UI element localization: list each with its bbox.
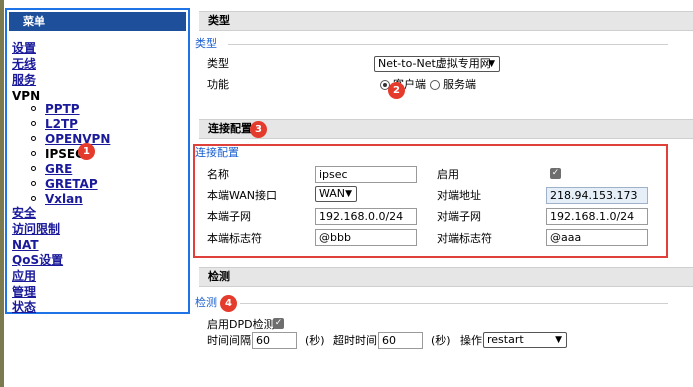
left-frame-strip	[0, 0, 4, 387]
remote-address-input[interactable]: 218.94.153.173	[546, 187, 648, 204]
remote-id-input[interactable]: @aaa	[546, 229, 648, 246]
nav-management[interactable]: 管理	[12, 285, 36, 299]
nav-vpn-pptp[interactable]: PPTP	[45, 102, 80, 116]
nav-nat[interactable]: NAT	[12, 238, 39, 252]
marker-badge-2: 2	[388, 82, 405, 99]
remote-subnet-input[interactable]: 192.168.1.0/24	[546, 208, 648, 225]
wan-interface-select[interactable]: WAN ▼	[315, 186, 357, 202]
section-header-connection: 连接配置	[199, 119, 693, 139]
sidebar-menu: 菜单 设置 无线 服务 VPN PPTP L2TP OPENVPN IPSEC …	[5, 8, 190, 314]
bullet-icon	[31, 166, 36, 171]
nav-apps[interactable]: 应用	[12, 269, 36, 283]
dpd-checkbox[interactable]: ✓	[273, 318, 284, 329]
nav-services[interactable]: 服务	[12, 73, 36, 87]
bullet-icon	[31, 181, 36, 186]
nav-security[interactable]: 安全	[12, 206, 36, 220]
marker-badge-1: 1	[78, 143, 95, 160]
radio-server[interactable]	[430, 80, 440, 90]
local-subnet-input[interactable]: 192.168.0.0/24	[315, 208, 417, 225]
fieldset-legend-detect: 检测	[195, 296, 217, 309]
fieldset-divider	[240, 303, 668, 304]
radio-server-label: 服务端	[443, 78, 476, 91]
fieldset-legend-type: 类型	[195, 37, 217, 50]
action-select[interactable]: restart ▼	[483, 332, 567, 348]
remote-subnet-label: 对端子网	[437, 210, 481, 223]
timeout-label: 超时时间	[333, 334, 377, 347]
dpd-label: 启用DPD检测	[207, 318, 275, 331]
wan-interface-value: WAN	[319, 187, 346, 200]
local-id-label: 本端标志符	[207, 232, 262, 245]
bullet-icon	[31, 196, 36, 201]
nav-qos[interactable]: QoS设置	[12, 253, 63, 267]
type-label: 类型	[207, 57, 229, 70]
nav-vpn-openvpn[interactable]: OPENVPN	[45, 132, 110, 146]
nav-access-control[interactable]: 访问限制	[12, 222, 60, 236]
local-id-input[interactable]: @bbb	[315, 229, 417, 246]
nav-vpn-gretap[interactable]: GRETAP	[45, 177, 98, 191]
chevron-down-icon: ▼	[555, 335, 562, 345]
nav-vpn-vxlan[interactable]: Vxlan	[45, 192, 83, 206]
marker-badge-3: 3	[250, 121, 267, 138]
nav-status[interactable]: 状态	[12, 300, 36, 314]
interval-unit: (秒)	[305, 334, 325, 347]
name-label: 名称	[207, 168, 229, 181]
nav-vpn-l2tp[interactable]: L2TP	[45, 117, 78, 131]
fieldset-divider	[228, 44, 668, 45]
interval-input[interactable]: 60	[252, 332, 297, 349]
action-label: 操作	[460, 334, 482, 347]
local-subnet-label: 本端子网	[207, 210, 251, 223]
type-select-value: Net-to-Net虚拟专用网	[378, 57, 491, 70]
chevron-down-icon: ▼	[345, 189, 352, 199]
nav-wireless[interactable]: 无线	[12, 57, 36, 71]
remote-address-label: 对端地址	[437, 189, 481, 202]
marker-badge-4: 4	[220, 295, 237, 312]
enable-checkbox[interactable]: ✓	[550, 168, 561, 179]
section-header-detect: 检测	[199, 267, 693, 287]
timeout-input[interactable]: 60	[378, 332, 423, 349]
nav-vpn: VPN	[12, 89, 41, 103]
section-header-type: 类型	[199, 11, 693, 31]
action-select-value: restart	[487, 333, 524, 346]
bullet-icon	[31, 151, 36, 156]
nav-settings[interactable]: 设置	[12, 41, 36, 55]
interval-label: 时间间隔	[207, 334, 251, 347]
bullet-icon	[31, 106, 36, 111]
name-input[interactable]: ipsec	[315, 166, 417, 183]
timeout-unit: (秒)	[431, 334, 451, 347]
menu-header: 菜单	[9, 12, 186, 31]
bullet-icon	[31, 121, 36, 126]
type-select[interactable]: Net-to-Net虚拟专用网 ▼	[374, 56, 500, 72]
bullet-icon	[31, 136, 36, 141]
enable-label: 启用	[437, 168, 459, 181]
wan-interface-label: 本端WAN接口	[207, 189, 278, 202]
remote-id-label: 对端标志符	[437, 232, 492, 245]
nav-vpn-gre[interactable]: GRE	[45, 162, 72, 176]
chevron-down-icon: ▼	[488, 59, 495, 69]
function-label: 功能	[207, 78, 229, 91]
